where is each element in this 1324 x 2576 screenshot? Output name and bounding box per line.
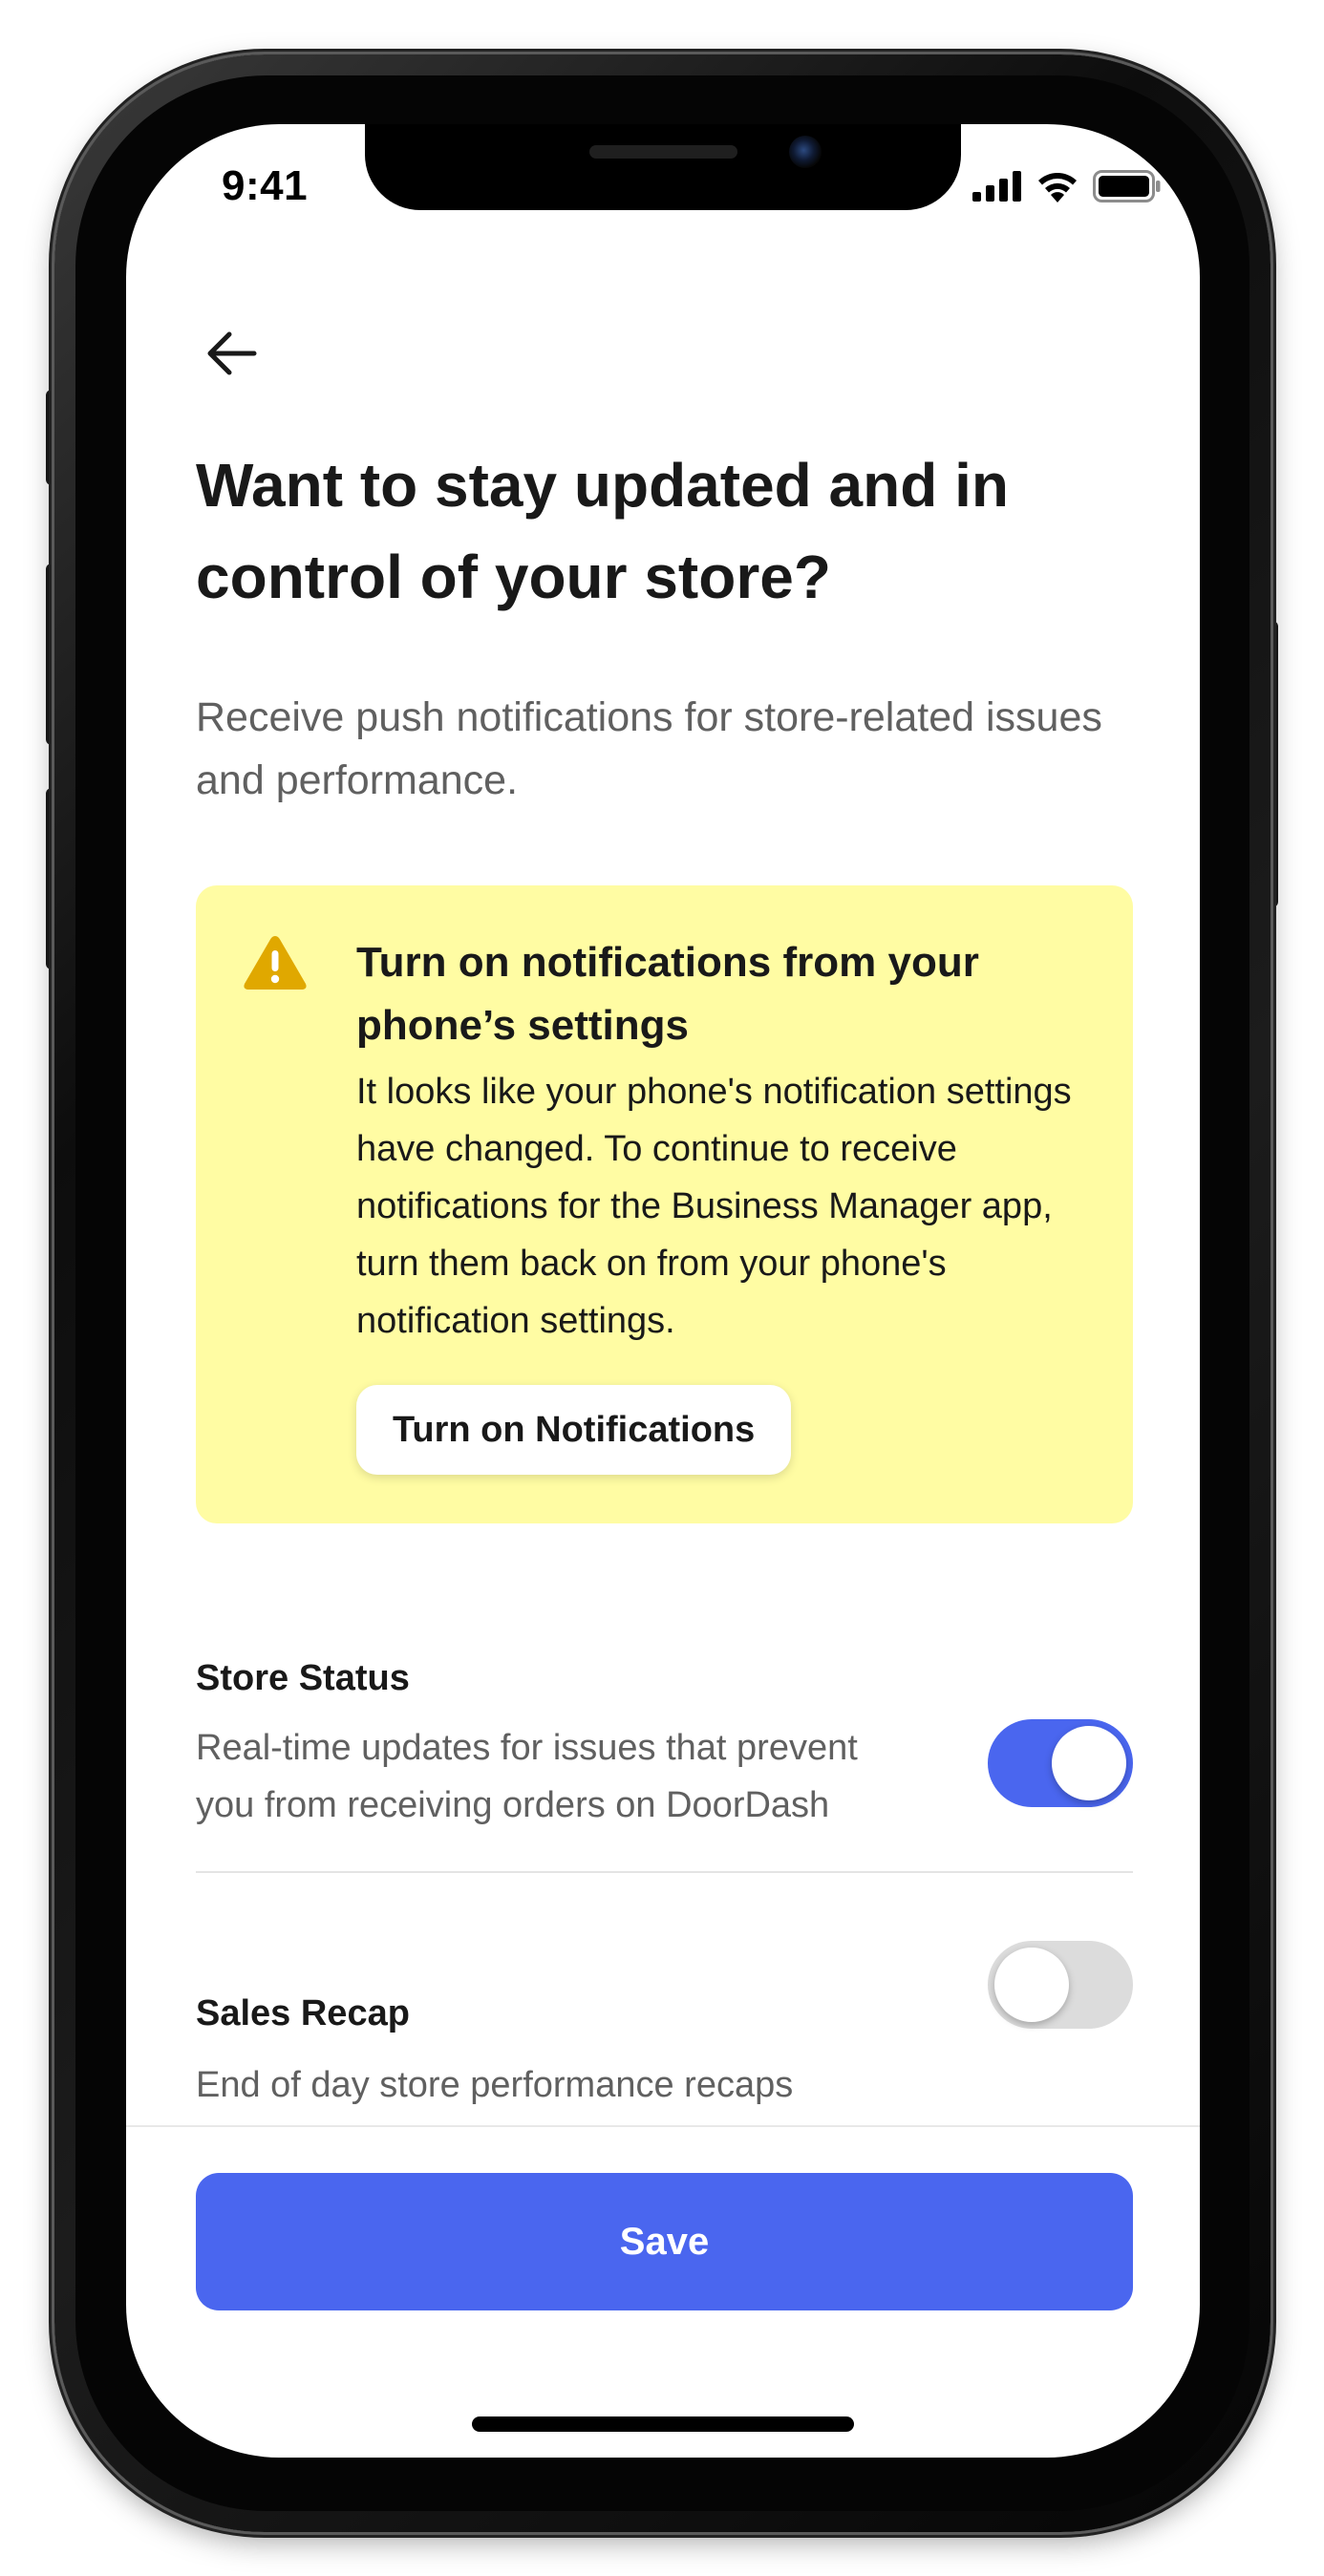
toggle-knob [1052, 1726, 1126, 1800]
earpiece-speaker [589, 145, 737, 159]
toggle-knob [994, 1948, 1069, 2022]
screen: 9:41 Want to stay updated and in control… [126, 124, 1200, 2458]
cellular-signal-icon [972, 171, 1021, 202]
warning-triangle-icon [244, 936, 307, 990]
notch [365, 124, 961, 210]
status-icons [972, 170, 1162, 202]
setting-title: Store Status [196, 1658, 410, 1698]
setting-title: Sales Recap [196, 1993, 410, 2033]
setting-sales-recap: Sales Recap End of day store performance… [196, 1991, 1133, 2125]
sales-recap-toggle[interactable] [988, 1941, 1133, 2029]
page-title: Want to stay updated and in control of y… [196, 451, 1009, 611]
store-status-toggle[interactable] [988, 1719, 1133, 1807]
front-camera [789, 136, 822, 168]
footer-divider [126, 2125, 1200, 2127]
settings-divider [196, 1871, 1133, 1873]
back-button[interactable] [193, 315, 269, 392]
setting-description: Real-time updates for issues that preven… [196, 1728, 858, 1825]
status-time: 9:41 [222, 162, 309, 209]
setting-description: End of day store performance recaps [196, 2065, 794, 2105]
arrow-left-icon [207, 331, 257, 375]
wifi-icon [1038, 173, 1077, 202]
home-indicator[interactable] [472, 2416, 854, 2432]
page-subtitle: Receive push notifications for store-rel… [196, 694, 1102, 803]
battery-icon [1093, 170, 1161, 202]
notification-warning-banner: Turn on notifications from your phone’s … [196, 885, 1133, 1523]
banner-title: Turn on notifications from your phone’s … [356, 939, 979, 1049]
banner-body: It looks like your phone's notification … [356, 1072, 1072, 1341]
save-button[interactable]: Save [196, 2173, 1133, 2310]
turn-on-notifications-button[interactable]: Turn on Notifications [356, 1385, 792, 1475]
setting-store-status: Store Status Real-time updates for issue… [196, 1654, 1133, 1845]
